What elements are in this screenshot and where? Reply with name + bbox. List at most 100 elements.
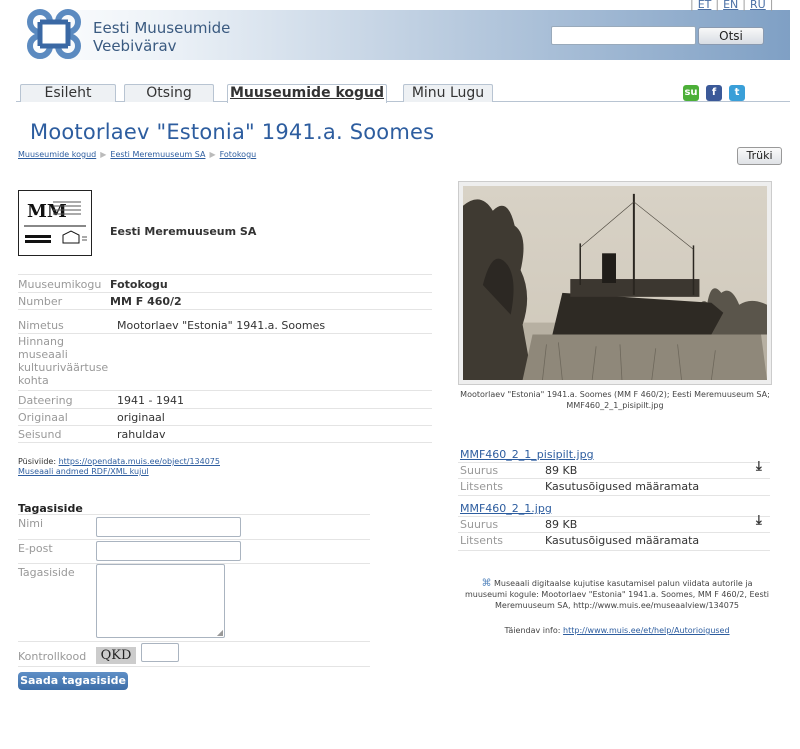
main-tabs: Esileht Otsing Muuseumide kogud Minu Lug… (16, 84, 790, 103)
divider (458, 516, 770, 517)
breadcrumb-item[interactable]: Eesti Meremuuseum SA (110, 150, 205, 159)
divider (18, 514, 370, 515)
site-name-line2: Veebivärav (93, 37, 177, 55)
captcha-input[interactable] (141, 643, 179, 662)
tab-minu-lugu[interactable]: Minu Lugu (403, 84, 493, 102)
collection-label: Muuseumikogu (18, 278, 102, 291)
tab-muuseumide-kogud[interactable]: Muuseumide kogud (227, 84, 387, 103)
file-license-label: Litsents (460, 534, 504, 547)
download-icon[interactable]: ⤓ (756, 513, 762, 528)
rdf-xml-link[interactable]: Museaali andmed RDF/XML kujul (18, 467, 149, 476)
file-license-label: Litsents (460, 480, 504, 493)
svg-text:MM: MM (27, 201, 67, 222)
divider (18, 333, 432, 334)
evaluation-label-line: kultuuriväärtuse (18, 361, 109, 374)
divider (458, 462, 770, 463)
file-link-thumbnail[interactable]: MMF460_2_1_pisipilt.jpg (460, 448, 594, 461)
divider (18, 442, 432, 443)
tab-esileht[interactable]: Esileht (20, 84, 116, 102)
chevron-right-icon: ▶ (100, 150, 107, 159)
citation-notice: ⌘ Museaali digitaalse kujutise kasutamis… (462, 578, 772, 611)
additional-info-label: Täiendav info: (504, 626, 564, 635)
object-photo[interactable] (458, 181, 772, 385)
permalink-url[interactable]: https://opendata.muis.ee/object/134075 (59, 457, 220, 466)
file-license-value: Kasutusõigused määramata (545, 480, 700, 493)
dating-label: Dateering (18, 394, 73, 407)
feedback-name-label: Nimi (18, 517, 44, 530)
museum-name[interactable]: Eesti Meremuuseum SA (110, 225, 256, 238)
divider (18, 292, 432, 293)
collection-value[interactable]: Fotokogu (110, 278, 168, 291)
condition-label: Seisund (18, 428, 62, 441)
tab-otsing[interactable]: Otsing (124, 84, 214, 102)
search-input[interactable] (551, 26, 696, 45)
facebook-icon[interactable]: f (706, 85, 722, 101)
breadcrumb-item[interactable]: Fotokogu (220, 150, 257, 159)
divider (458, 550, 770, 551)
feedback-email-input[interactable] (96, 541, 241, 561)
feedback-message-textarea[interactable]: ◢ (96, 564, 225, 638)
feedback-email-label: E-post (18, 542, 53, 555)
permalink: Püsiviide: https://opendata.muis.ee/obje… (18, 457, 220, 466)
divider (458, 495, 770, 496)
twitter-icon[interactable]: t (729, 85, 745, 101)
lang-et[interactable]: ET (698, 0, 712, 11)
lang-ru[interactable]: RU (750, 0, 766, 11)
name-value: Mootorlaev "Estonia" 1941.a. Soomes (117, 319, 326, 332)
divider (18, 425, 432, 426)
meremuuseum-logo-icon: MM (24, 201, 87, 244)
download-icon[interactable]: ⤓ (756, 459, 762, 474)
chevron-right-icon: ▶ (209, 150, 216, 159)
divider (18, 539, 370, 540)
name-label: Nimetus (18, 319, 64, 332)
search-button[interactable]: Otsi (698, 27, 764, 45)
send-feedback-button[interactable]: Saada tagasiside (18, 672, 128, 690)
captcha-label: Kontrollkood (18, 650, 87, 663)
stumbleupon-icon[interactable]: su (683, 85, 699, 101)
number-label: Number (18, 295, 63, 308)
permalink-label: Püsiviide: (18, 457, 59, 466)
evaluation-label-line: museaali (18, 348, 68, 361)
citation-notice-text: Museaali digitaalse kujutise kasutamisel… (465, 579, 769, 610)
number-value: MM F 460/2 (110, 295, 182, 308)
file-license-value: Kasutusõigused määramata (545, 534, 700, 547)
file-size-label: Suurus (460, 464, 499, 477)
original-label: Originaal (18, 411, 68, 424)
feedback-name-input[interactable] (96, 517, 241, 537)
lang-en[interactable]: EN (723, 0, 738, 11)
file-size-value: 89 KB (545, 518, 578, 531)
divider (458, 532, 770, 533)
ship-photo-image (463, 186, 767, 381)
breadcrumb: Muuseumide kogud ▶ Eesti Meremuuseum SA ▶ Fo… (18, 150, 256, 159)
site-name[interactable]: Eesti Muuseumide Veebivärav (93, 19, 230, 55)
evaluation-label: Hinnang museaali kultuuriväärtuse kohta (18, 335, 108, 387)
divider (18, 666, 370, 667)
resize-handle-icon[interactable]: ◢ (217, 628, 223, 637)
language-switcher: | ET | EN | RU | (690, 0, 774, 11)
divider (18, 641, 370, 642)
divider (18, 309, 432, 310)
feedback-message-label: Tagasiside (18, 566, 75, 579)
dating-value: 1941 - 1941 (117, 394, 184, 407)
divider (18, 408, 432, 409)
additional-info: Täiendav info: http://www.muis.ee/et/hel… (462, 626, 772, 635)
print-button[interactable]: Trüki (737, 147, 782, 165)
evaluation-label-line: Hinnang (18, 335, 64, 348)
muis-small-logo-icon: ⌘ (481, 578, 492, 589)
rdf-link-row: Museaali andmed RDF/XML kujul (18, 467, 149, 476)
muis-logo-icon[interactable] (22, 6, 86, 62)
museum-logo[interactable]: MM (18, 190, 92, 256)
file-link-full[interactable]: MMF460_2_1.jpg (460, 502, 552, 515)
breadcrumb-item[interactable]: Muuseumide kogud (18, 150, 96, 159)
additional-info-link[interactable]: http://www.muis.ee/et/help/Autorioigused (563, 626, 730, 635)
photo-caption: Mootorlaev "Estonia" 1941.a. Soomes (MM … (460, 390, 770, 410)
file-size-value: 89 KB (545, 464, 578, 477)
file-size-label: Suurus (460, 518, 499, 531)
divider (18, 274, 432, 275)
divider (18, 390, 432, 391)
site-name-line1: Eesti Muuseumide (93, 19, 231, 37)
captcha-image: QKD (96, 647, 136, 664)
original-value: originaal (117, 411, 165, 424)
evaluation-label-line: kohta (18, 374, 49, 387)
page-title: Mootorlaev "Estonia" 1941.a. Soomes (30, 120, 435, 144)
